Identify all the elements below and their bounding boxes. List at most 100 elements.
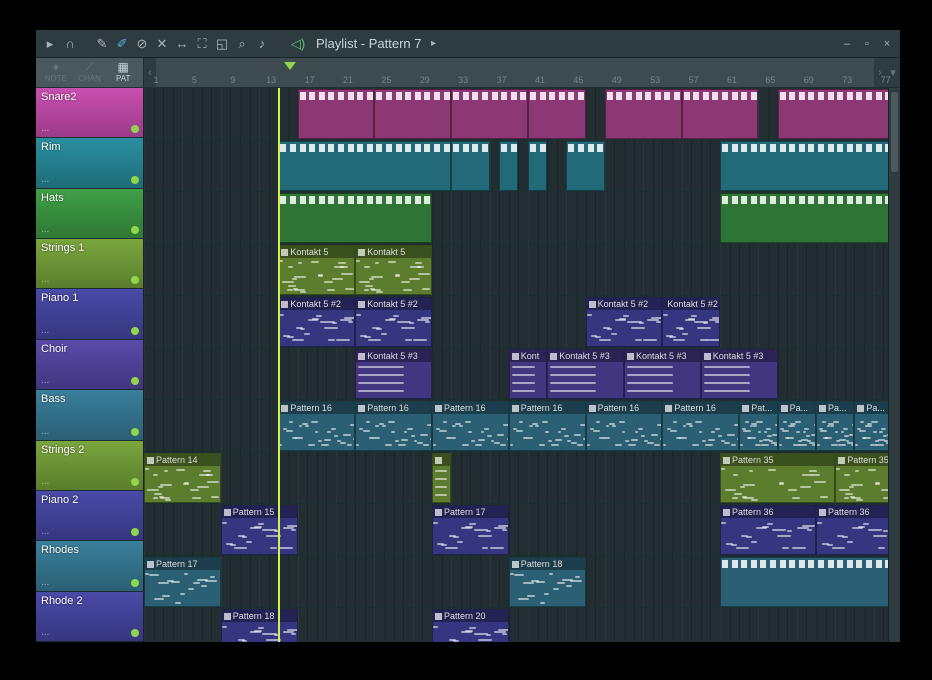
clip[interactable]: [720, 557, 888, 607]
track-header[interactable]: Bass: [36, 390, 143, 440]
clip[interactable]: Kontakt 5 #3: [701, 349, 778, 399]
playlist-icon[interactable]: ◁): [290, 36, 306, 52]
clip[interactable]: [778, 89, 888, 139]
track-header[interactable]: Snare2: [36, 88, 143, 138]
clip[interactable]: [451, 141, 489, 191]
clip[interactable]: Pattern 16: [586, 401, 663, 451]
clip[interactable]: Pa...: [854, 401, 888, 451]
clip[interactable]: Pat...: [739, 401, 777, 451]
timeline-ruler[interactable]: 1591317212529333741454953576165697377: [156, 58, 874, 87]
clip[interactable]: [528, 89, 586, 139]
clip[interactable]: [499, 141, 518, 191]
clip[interactable]: Pattern 35: [720, 453, 835, 503]
clip[interactable]: Pattern 15: [221, 505, 298, 555]
track-header[interactable]: Choir: [36, 340, 143, 390]
clip[interactable]: Pattern 16: [509, 401, 586, 451]
track-header[interactable]: Strings 2: [36, 441, 143, 491]
brush-icon[interactable]: ✐: [114, 36, 130, 52]
clip[interactable]: Pattern 35: [835, 453, 888, 503]
track-active-dot[interactable]: [131, 629, 139, 637]
clip[interactable]: [451, 89, 528, 139]
clip-label: Pattern 35: [847, 455, 888, 465]
track-active-dot[interactable]: [131, 528, 139, 536]
magnet-icon[interactable]: ∩: [62, 36, 78, 52]
mode-pat[interactable]: ▦ PAT: [107, 60, 139, 85]
clip-header: Pattern 18: [222, 610, 297, 622]
track-active-dot[interactable]: [131, 428, 139, 436]
track-name: Bass: [41, 393, 138, 405]
minimize-button[interactable]: ‒: [840, 37, 854, 51]
mute-icon[interactable]: ✕: [154, 36, 170, 52]
clip[interactable]: [432, 453, 451, 503]
clip[interactable]: Kontakt 5: [355, 245, 432, 295]
play-icon[interactable]: ▸: [42, 36, 58, 52]
pencil-icon[interactable]: ✎: [94, 36, 110, 52]
clip[interactable]: [605, 89, 682, 139]
clip[interactable]: Pattern 20: [432, 609, 509, 642]
timeline[interactable]: Kontakt 5Kontakt 5Kontakt 5 #2Kontakt 5 …: [144, 88, 888, 642]
clip[interactable]: Pattern 16: [432, 401, 509, 451]
track-active-dot[interactable]: [131, 377, 139, 385]
clip[interactable]: Pattern 18: [509, 557, 586, 607]
clip[interactable]: Pattern 18: [221, 609, 298, 642]
move-icon[interactable]: ↔: [174, 36, 190, 52]
track-header[interactable]: Piano 2: [36, 491, 143, 541]
clip[interactable]: [374, 89, 451, 139]
audio-icon[interactable]: ♪: [254, 36, 270, 52]
clip-segment-icon: [847, 196, 853, 204]
clip[interactable]: Pattern 17: [144, 557, 221, 607]
track-header[interactable]: Rhode 2: [36, 592, 143, 642]
clip[interactable]: Kontakt 5: [278, 245, 355, 295]
maximize-button[interactable]: ▫: [860, 37, 874, 51]
clip[interactable]: [720, 141, 888, 191]
clip[interactable]: Pattern 14: [144, 453, 221, 503]
track-active-dot[interactable]: [131, 226, 139, 234]
track-active-dot[interactable]: [131, 478, 139, 486]
clip[interactable]: Kontakt 5 #3: [624, 349, 701, 399]
clip[interactable]: Pattern 16: [662, 401, 739, 451]
close-button[interactable]: ×: [880, 37, 894, 51]
clip[interactable]: Kontakt 5 #2: [278, 297, 355, 347]
mode-chan[interactable]: ⟋ CHAN: [74, 60, 106, 85]
clip[interactable]: Kontakt 5 #2: [662, 297, 720, 347]
scrollbar-thumb[interactable]: [891, 92, 898, 172]
track-header[interactable]: Piano 1: [36, 289, 143, 339]
clip[interactable]: Kontakt 5 #3: [547, 349, 624, 399]
track-active-dot[interactable]: [131, 176, 139, 184]
track-active-dot[interactable]: [131, 125, 139, 133]
clip[interactable]: Pattern 16: [355, 401, 432, 451]
clip[interactable]: Kont: [509, 349, 547, 399]
select-icon[interactable]: ⛶: [194, 36, 210, 52]
vertical-scrollbar[interactable]: [888, 88, 900, 642]
window-controls: ‒ ▫ ×: [840, 37, 894, 51]
track-active-dot[interactable]: [131, 327, 139, 335]
track-active-dot[interactable]: [131, 276, 139, 284]
clip[interactable]: [682, 89, 759, 139]
track-active-dot[interactable]: [131, 579, 139, 587]
clip[interactable]: [298, 89, 375, 139]
zoom-icon[interactable]: ⌕: [234, 36, 250, 52]
clip[interactable]: [278, 193, 432, 243]
zoom-select-icon[interactable]: ◱: [214, 36, 230, 52]
cancel-icon[interactable]: ⊘: [134, 36, 150, 52]
clip[interactable]: Kontakt 5 #2: [355, 297, 432, 347]
clip[interactable]: Pattern 36: [816, 505, 888, 555]
clip[interactable]: Pattern 17: [432, 505, 509, 555]
track-header[interactable]: Strings 1: [36, 239, 143, 289]
track-header[interactable]: Rhodes: [36, 541, 143, 591]
clip[interactable]: Pa...: [778, 401, 816, 451]
clip[interactable]: [566, 141, 604, 191]
clip[interactable]: Pattern 36: [720, 505, 816, 555]
mode-note[interactable]: ♦ NOTE: [40, 60, 72, 85]
clip[interactable]: [528, 141, 547, 191]
clip[interactable]: [720, 193, 888, 243]
ruler-playhead-marker[interactable]: [284, 58, 296, 87]
clip[interactable]: Pattern 16: [278, 401, 355, 451]
track-header[interactable]: Hats: [36, 189, 143, 239]
clip[interactable]: Kontakt 5 #2: [586, 297, 663, 347]
clip[interactable]: Kontakt 5 #3: [355, 349, 432, 399]
title-dropdown-icon[interactable]: ▸: [426, 36, 442, 52]
track-header[interactable]: Rim: [36, 138, 143, 188]
clip[interactable]: [278, 141, 451, 191]
clip[interactable]: Pa...: [816, 401, 854, 451]
